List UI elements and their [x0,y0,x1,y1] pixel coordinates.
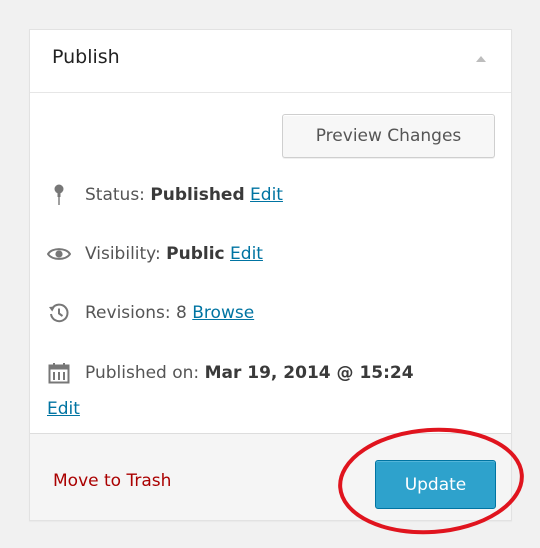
revisions-label: Revisions: 8 [85,303,187,323]
visibility-edit-link[interactable]: Edit [230,244,263,264]
published-on-edit-link[interactable]: Edit [47,399,80,419]
status-row: Status: Published Edit [47,183,283,207]
status-label: Status: [85,185,145,205]
publish-metabox-title: Publish [52,46,120,68]
status-edit-link[interactable]: Edit [250,185,283,205]
visibility-row: Visibility: Public Edit [47,242,263,266]
revisions-row: Revisions: 8 Browse [47,301,254,325]
revisions-browse-link[interactable]: Browse [192,303,254,323]
preview-changes-button[interactable]: Preview Changes [282,114,495,158]
history-icon [47,301,71,325]
publish-actions: Move to Trash Update [30,433,511,520]
update-button[interactable]: Update [375,460,496,509]
move-to-trash-link[interactable]: Move to Trash [53,471,171,491]
published-on-label: Published on: [85,363,200,383]
calendar-icon [47,361,71,385]
published-on-value: Mar 19, 2014 @ 15:24 [204,363,414,383]
status-value: Published [150,185,245,205]
published-on-row: Published on: Mar 19, 2014 @ 15:24 [47,361,414,385]
publish-metabox: Publish Preview Changes Status: Publishe… [29,29,512,521]
visibility-value: Public [166,244,225,264]
collapse-arrow-icon[interactable] [476,56,486,62]
pin-icon [47,183,71,207]
eye-icon [47,242,71,266]
visibility-label: Visibility: [85,244,161,264]
publish-metabox-header[interactable]: Publish [30,30,511,93]
